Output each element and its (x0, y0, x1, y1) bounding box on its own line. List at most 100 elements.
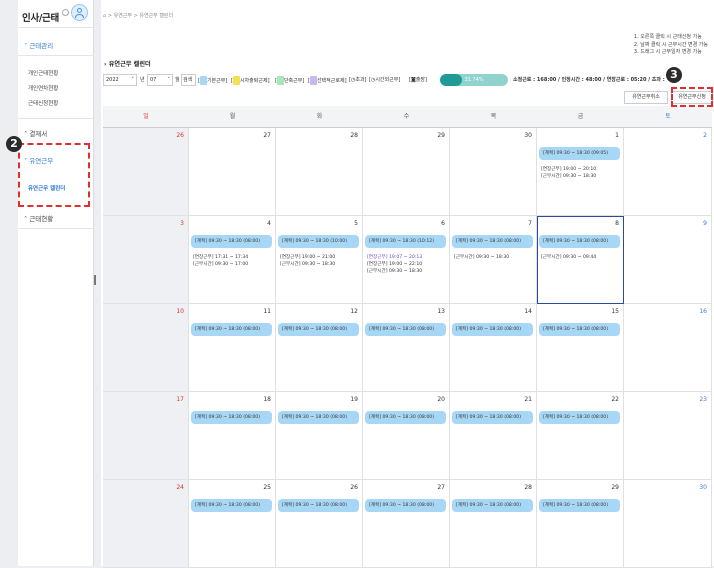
legend-after-hours: [◷시간외근무] (369, 77, 401, 83)
chevron-down-icon: ˅ (167, 77, 171, 83)
calendar-day-cell[interactable]: 17 (103, 392, 189, 480)
sidebar-resize-handle[interactable] (94, 0, 101, 566)
calendar-day-cell[interactable]: 30 (624, 480, 712, 568)
weekday-header: 금 (537, 106, 624, 128)
schedule-plan-pill[interactable]: [계획] 09:30 ~ 18:30 (10:00) (278, 235, 359, 248)
schedule-plan-pill[interactable]: [계획] 09:30 ~ 18:30 (08:00) (191, 323, 272, 336)
weekday-header: 토 (624, 106, 712, 128)
calendar-day-cell[interactable]: 12 [계획] 09:30 ~ 18:30 (08:00) (276, 304, 363, 392)
calendar-day-cell[interactable]: 3 (103, 216, 189, 304)
calendar-day-cell[interactable]: 13 [계획] 09:30 ~ 18:30 (08:00) (363, 304, 450, 392)
calendar-day-cell[interactable]: 11 [계획] 09:30 ~ 18:30 (08:00) (189, 304, 276, 392)
schedule-plan-pill[interactable]: [계획] 09:30 ~ 18:30 (08:00) (278, 411, 359, 424)
legend-swatch (199, 76, 207, 85)
day-number: 20 (437, 396, 445, 403)
sidebar-section-status[interactable]: ˄ 근태현황 (24, 213, 53, 223)
breadcrumb-item[interactable]: 유연근무 (114, 13, 132, 19)
schedule-plan-pill[interactable]: [계획] 09:30 ~ 18:30 (08:00) (539, 499, 620, 512)
sidebar-item-personal-attendance[interactable]: 개인근태현황 (28, 69, 58, 77)
legend-swatch (276, 76, 284, 85)
schedule-plan-pill[interactable]: [계획] 09:30 ~ 18:30 (08:00) (191, 499, 272, 512)
calendar-day-cell[interactable]: 18 [계획] 09:30 ~ 18:30 (08:00) (189, 392, 276, 480)
breadcrumb: ⌂ > 유연근무 > 유연근무 캘린더 (103, 12, 173, 19)
day-number: 12 (350, 308, 358, 315)
calendar-day-cell[interactable]: 29 (363, 128, 450, 216)
schedule-detail-line: [근무시간] 09:30 ~ 18:30 (367, 269, 423, 274)
calendar-day-cell[interactable]: 10 (103, 304, 189, 392)
day-number: 3 (180, 220, 184, 227)
calendar-day-cell[interactable]: 23 (624, 392, 712, 480)
day-number: 30 (699, 484, 707, 491)
calendar-day-cell[interactable]: 30 (450, 128, 537, 216)
calendar-day-cell[interactable]: 2 (624, 128, 712, 216)
calendar-day-cell[interactable]: 24 (103, 480, 189, 568)
schedule-plan-pill[interactable]: [계획] 09:30 ~ 18:30 (08:00) (191, 411, 272, 424)
calendar-day-cell[interactable]: 26 [계획] 09:30 ~ 18:30 (08:00) (276, 480, 363, 568)
calendar-day-cell[interactable]: 26 (103, 128, 189, 216)
user-icon[interactable] (71, 4, 88, 21)
search-button[interactable]: 검색 (181, 74, 196, 86)
calendar-day-cell[interactable]: 27 [계획] 09:30 ~ 18:30 (08:00) (363, 480, 450, 568)
calendar-day-cell[interactable]: 8 [계획] 09:30 ~ 18:30 (08:00) [근무시간] 09:30 … (537, 216, 624, 304)
schedule-plan-pill[interactable]: [계획] 09:30 ~ 18:30 (08:00) (191, 235, 272, 248)
legend-overtime: [◷초과] (349, 77, 367, 83)
day-number: 26 (176, 132, 184, 139)
info-circle-icon[interactable] (62, 9, 69, 16)
schedule-plan-pill[interactable]: [계획] 09:30 ~ 18:30 (08:00) (539, 323, 620, 336)
schedule-detail-line: [근무시간] 09:30 ~ 18:30 (280, 262, 336, 267)
legend-swatch (309, 76, 317, 85)
calendar-day-cell[interactable]: 1 [계획] 09:30 ~ 18:30 (09:05) [연장근무] 19:00 … (537, 128, 624, 216)
schedule-plan-pill[interactable]: [계획] 09:30 ~ 18:30 (08:00) (365, 411, 446, 424)
calendar-day-cell[interactable]: 9 (624, 216, 712, 304)
schedule-plan-pill[interactable]: [계획] 09:30 ~ 18:30 (08:00) (539, 235, 620, 248)
schedule-plan-pill[interactable]: [계획] 09:30 ~ 18:30 (08:00) (452, 411, 533, 424)
calendar-day-cell[interactable]: 27 (189, 128, 276, 216)
day-number: 27 (437, 484, 445, 491)
schedule-plan-pill[interactable]: [계획] 09:30 ~ 18:30 (10:12) (365, 235, 446, 248)
calendar-day-cell[interactable]: 14 [계획] 09:30 ~ 18:30 (08:00) (450, 304, 537, 392)
calendar-day-cell[interactable]: 28 [계획] 09:30 ~ 18:30 (08:00) (450, 480, 537, 568)
flex-cancel-button[interactable]: 유연근무취소 (624, 91, 668, 104)
calendar-day-cell[interactable]: 28 (276, 128, 363, 216)
sidebar-section-approval[interactable]: ˄ 결재서 (24, 128, 47, 138)
day-number: 26 (350, 484, 358, 491)
divider (18, 118, 94, 119)
day-number: 10 (176, 308, 184, 315)
schedule-plan-pill[interactable]: [계획] 09:30 ~ 18:30 (08:00) (452, 235, 533, 248)
sidebar-item-personal-leave[interactable]: 개인연차현황 (28, 84, 58, 92)
calendar-day-cell[interactable]: 25 [계획] 09:30 ~ 18:30 (08:00) (189, 480, 276, 568)
sidebar-item-attendance-requests[interactable]: 근태신청현황 (28, 99, 58, 107)
legend-basic: [기본근무] (198, 76, 228, 85)
month-select[interactable]: 07 ˅ (147, 74, 173, 86)
calendar-day-cell[interactable]: 21 [계획] 09:30 ~ 18:30 (08:00) (450, 392, 537, 480)
month-suffix: 월 (175, 77, 180, 83)
calendar-day-cell[interactable]: 19 [계획] 09:30 ~ 18:30 (08:00) (276, 392, 363, 480)
calendar-day-cell[interactable]: 16 (624, 304, 712, 392)
calendar-day-cell[interactable]: 29 [계획] 09:30 ~ 18:30 (08:00) (537, 480, 624, 568)
schedule-plan-pill[interactable]: [계획] 09:30 ~ 18:30 (08:00) (539, 411, 620, 424)
schedule-plan-pill[interactable]: [계획] 09:30 ~ 18:30 (09:05) (539, 147, 620, 160)
callout-badge-3: 3 (666, 67, 682, 83)
schedule-plan-pill[interactable]: [계획] 09:30 ~ 18:30 (08:00) (365, 499, 446, 512)
home-icon[interactable]: ⌂ (103, 13, 106, 19)
day-number: 29 (611, 484, 619, 491)
calendar-day-cell[interactable]: 20 [계획] 09:30 ~ 18:30 (08:00) (363, 392, 450, 480)
schedule-plan-pill[interactable]: [계획] 09:30 ~ 18:30 (08:00) (452, 323, 533, 336)
legend-selective: [선택적근로제] (308, 76, 347, 85)
calendar-day-cell[interactable]: 5 [계획] 09:30 ~ 18:30 (10:00) [연장근무] 19:00 … (276, 216, 363, 304)
calendar-day-cell[interactable]: 7 [계획] 09:30 ~ 18:30 (08:00) [근무시간] 09:30 … (450, 216, 537, 304)
schedule-detail-line: [연장근무] 19:07 ~ 20:13 (367, 255, 423, 260)
usage-note: 3. 드래그 시 근무일자 변경 가능 (633, 49, 702, 55)
sidebar: 인사/근태 ˅ 근태관리 개인근태현황 개인연차현황 근태신청현황 ˄ 결재서 … (18, 0, 94, 566)
year-select[interactable]: 2022 ˅ (103, 74, 137, 86)
schedule-plan-pill[interactable]: [계획] 09:30 ~ 18:30 (08:00) (452, 499, 533, 512)
schedule-plan-pill[interactable]: [계획] 09:30 ~ 18:30 (08:00) (278, 499, 359, 512)
calendar-day-cell[interactable]: 22 [계획] 09:30 ~ 18:30 (08:00) (537, 392, 624, 480)
calendar-day-cell[interactable]: 4 [계획] 09:30 ~ 18:30 (08:00) [연장근무] 17:31 … (189, 216, 276, 304)
schedule-detail-line: [근무시간] 09:30 ~ 17:00 (193, 262, 249, 267)
calendar-day-cell[interactable]: 15 [계획] 09:30 ~ 18:30 (08:00) (537, 304, 624, 392)
sidebar-section-attendance[interactable]: ˅ 근태관리 (24, 40, 53, 50)
calendar-day-cell[interactable]: 6 [계획] 09:30 ~ 18:30 (10:12) [연장근무] 19:07 … (363, 216, 450, 304)
schedule-plan-pill[interactable]: [계획] 09:30 ~ 18:30 (08:00) (365, 323, 446, 336)
schedule-plan-pill[interactable]: [계획] 09:30 ~ 18:30 (08:00) (278, 323, 359, 336)
